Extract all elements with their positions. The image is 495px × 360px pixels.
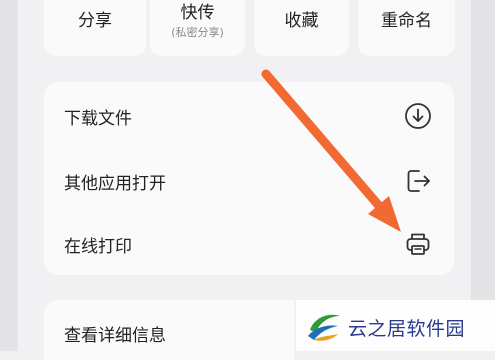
watermark-logo-icon	[308, 314, 340, 341]
watermark: 云之居软件园	[296, 300, 495, 351]
annotation-arrow	[261, 69, 401, 232]
watermark-text: 云之居软件园	[348, 318, 466, 340]
